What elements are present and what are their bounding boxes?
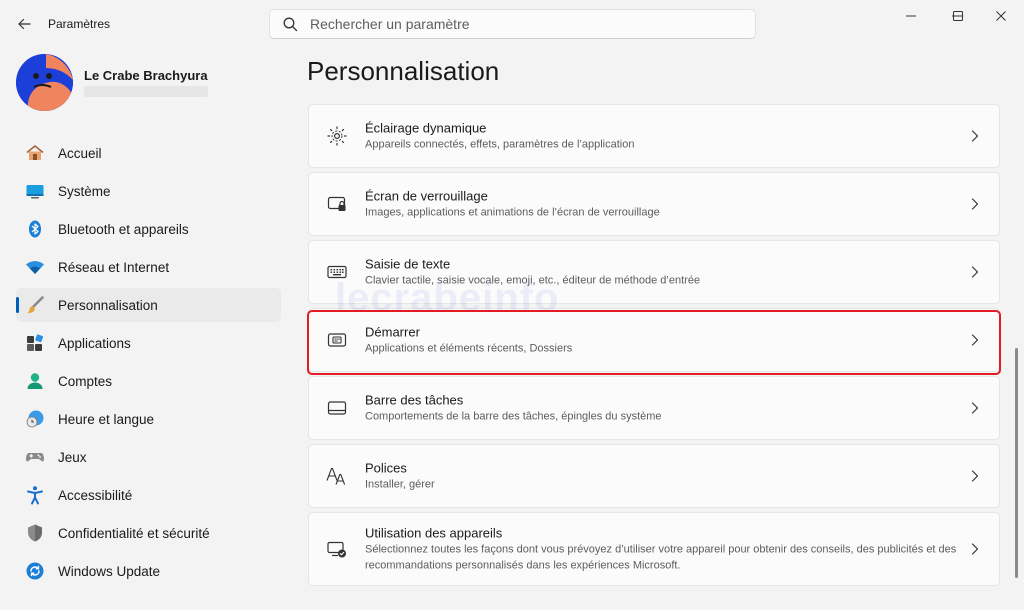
card-title: Démarrer <box>365 324 420 340</box>
chevron-right-icon <box>969 266 981 278</box>
search-box[interactable] <box>269 9 756 39</box>
sidebar-item-label: Windows Update <box>58 563 161 579</box>
card-subtitle: Images, applications et animations de l’… <box>365 206 660 219</box>
keyboard-icon <box>326 261 348 283</box>
sidebar-item-label: Bluetooth et appareils <box>58 221 189 237</box>
taskbar-icon <box>326 397 348 419</box>
card-polices[interactable]: Polices Installer, gérer <box>308 444 1000 508</box>
sidebar-item-label: Confidentialité et sécurité <box>58 525 210 541</box>
sidebar-item-accueil[interactable]: Accueil <box>16 136 281 170</box>
card-subtitle: Sélectionnez toutes les façons dont vous… <box>365 543 957 572</box>
sidebar-item-label: Comptes <box>58 373 113 389</box>
search-input[interactable] <box>310 16 730 32</box>
card-subtitle: Installer, gérer <box>365 478 435 491</box>
card-title: Éclairage dynamique <box>365 120 487 136</box>
card-barre-taches[interactable]: Barre des tâches Comportements de la bar… <box>308 376 1000 440</box>
sidebar-item-heure-langue[interactable]: Heure et langue <box>16 402 281 436</box>
chevron-right-icon <box>969 198 981 210</box>
back-button[interactable] <box>10 10 38 38</box>
settings-list: Éclairage dynamique Appareils connectés,… <box>308 104 1000 590</box>
card-subtitle: Appareils connectés, effets, paramètres … <box>365 138 635 151</box>
account-icon <box>25 371 45 391</box>
user-profile[interactable]: Le Crabe Brachyura <box>16 54 286 114</box>
chevron-right-icon <box>969 543 981 555</box>
app-title: Paramètres <box>48 17 111 31</box>
card-ecran-verrouillage[interactable]: Écran de verrouillage Images, applicatio… <box>308 172 1000 236</box>
sidebar-item-label: Jeux <box>58 449 87 465</box>
chevron-right-icon <box>969 402 981 414</box>
sidebar-item-windows-update[interactable]: Windows Update <box>16 554 281 588</box>
search-icon <box>270 17 310 32</box>
maximize-icon <box>953 11 963 21</box>
maximize-button-hit[interactable] <box>935 0 981 32</box>
card-eclairage-dynamique[interactable]: Éclairage dynamique Appareils connectés,… <box>308 104 1000 168</box>
card-title: Barre des tâches <box>365 392 464 408</box>
back-arrow-icon <box>18 18 31 30</box>
sidebar-item-accessibilite[interactable]: Accessibilité <box>16 478 281 512</box>
minimize-icon <box>906 15 916 17</box>
sidebar-item-personnalisation[interactable]: Personnalisation <box>16 288 281 322</box>
minimize-button-hit[interactable] <box>888 0 934 32</box>
chevron-right-icon <box>969 130 981 142</box>
card-demarrer[interactable]: Démarrer Applications et éléments récent… <box>308 308 1000 372</box>
apps-icon <box>25 333 45 353</box>
page-title: Personnalisation <box>307 56 500 86</box>
wifi-icon <box>25 257 45 277</box>
sidebar-item-comptes[interactable]: Comptes <box>16 364 281 398</box>
card-subtitle: Clavier tactile, saisie vocale, emoji, e… <box>365 274 701 287</box>
sidebar-item-label: Applications <box>58 335 131 351</box>
user-email-redacted <box>84 86 208 97</box>
card-title: Saisie de texte <box>365 256 451 272</box>
sidebar-item-systeme[interactable]: Système <box>16 174 281 208</box>
avatar <box>16 54 73 111</box>
sidebar-item-jeux[interactable]: Jeux <box>16 440 281 474</box>
close-button[interactable] <box>978 0 1024 32</box>
card-utilisation-appareils[interactable]: Utilisation des appareils Sélectionnez t… <box>308 512 1000 586</box>
lock-screen-icon <box>326 193 348 215</box>
clock-globe-icon <box>25 409 45 429</box>
sidebar-item-reseau[interactable]: Réseau et Internet <box>16 250 281 284</box>
card-subtitle: Comportements de la barre des tâches, ép… <box>365 410 662 423</box>
update-icon <box>25 561 45 581</box>
card-title: Polices <box>365 460 407 476</box>
accessibility-icon <box>25 485 45 505</box>
close-icon <box>996 11 1006 21</box>
card-subtitle: Applications et éléments récents, Dossie… <box>365 342 573 355</box>
user-name: Le Crabe Brachyura <box>84 68 208 83</box>
device-usage-icon <box>326 538 348 560</box>
shield-icon <box>25 523 45 543</box>
sidebar-item-confidentialite[interactable]: Confidentialité et sécurité <box>16 516 281 550</box>
chevron-right-icon <box>969 470 981 482</box>
sidebar-item-label: Système <box>58 183 111 199</box>
sidebar-item-bluetooth[interactable]: Bluetooth et appareils <box>16 212 281 246</box>
sidebar-item-label: Personnalisation <box>58 297 158 313</box>
system-icon <box>25 181 45 201</box>
sidebar-nav: Accueil Système Bluetooth et appareils R… <box>16 136 281 592</box>
home-icon <box>25 143 45 163</box>
chevron-right-icon <box>969 334 981 346</box>
card-title: Écran de verrouillage <box>365 188 488 204</box>
title-bar: Paramètres <box>0 0 1024 48</box>
brush-icon <box>25 295 45 315</box>
scrollbar[interactable] <box>1015 348 1018 578</box>
sidebar-item-label: Heure et langue <box>58 411 155 427</box>
start-icon <box>326 329 348 351</box>
sidebar-item-label: Accessibilité <box>58 487 133 503</box>
card-title: Utilisation des appareils <box>365 525 503 541</box>
dynamic-lighting-icon <box>326 125 348 147</box>
settings-window: Paramètres Rechercher un paramètre Le Cr… <box>0 0 1024 610</box>
sidebar-item-label: Accueil <box>58 145 102 161</box>
sidebar-item-applications[interactable]: Applications <box>16 326 281 360</box>
gamepad-icon <box>25 447 45 467</box>
fonts-icon <box>326 465 348 487</box>
card-saisie-texte[interactable]: Saisie de texte Clavier tactile, saisie … <box>308 240 1000 304</box>
bluetooth-icon <box>25 219 45 239</box>
sidebar-item-label: Réseau et Internet <box>58 259 170 275</box>
